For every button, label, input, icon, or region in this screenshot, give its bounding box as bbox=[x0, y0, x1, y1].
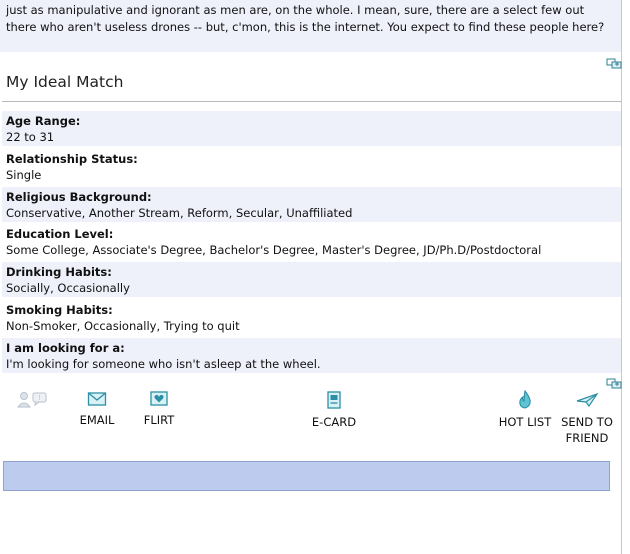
divider bbox=[2, 101, 621, 102]
match-criteria-list: Age Range: 22 to 31 Relationship Status:… bbox=[2, 111, 621, 376]
email-label: EMAIL bbox=[79, 413, 115, 427]
hot-list-button[interactable]: HOT LIST bbox=[494, 390, 556, 430]
send-to-friend-button[interactable]: SEND TO FRIEND bbox=[556, 390, 618, 446]
field-label: Education Level: bbox=[6, 227, 114, 242]
email-button[interactable]: EMAIL bbox=[73, 390, 121, 428]
field-label: Relationship Status: bbox=[6, 151, 138, 166]
footer-bar bbox=[3, 461, 610, 491]
essay-text-block: just as manipulative and ignorant as men… bbox=[0, 0, 621, 52]
heart-card-icon bbox=[150, 391, 168, 406]
ecard-button[interactable]: E-CARD bbox=[305, 390, 363, 430]
hot-list-label: HOT LIST bbox=[498, 415, 552, 429]
field-value: Some College, Associate's Degree, Bachel… bbox=[6, 243, 542, 258]
field-relationship-status: Relationship Status: Single bbox=[2, 149, 621, 184]
send-to-friend-label-line2: FRIEND bbox=[565, 431, 609, 445]
field-value: Non-Smoker, Occasionally, Trying to quit bbox=[6, 318, 240, 333]
field-value: Single bbox=[6, 167, 42, 182]
essay-text: just as manipulative and ignorant as men… bbox=[6, 3, 605, 34]
field-drinking-habits: Drinking Habits: Socially, Occasionally bbox=[2, 262, 621, 298]
profile-panel: just as manipulative and ignorant as men… bbox=[0, 0, 622, 554]
field-label: Religious Background: bbox=[6, 189, 152, 204]
field-education-level: Education Level: Some College, Associate… bbox=[2, 224, 621, 259]
flirt-button[interactable]: FLIRT bbox=[139, 390, 179, 428]
field-value: 22 to 31 bbox=[6, 130, 55, 144]
ecard-label: E-CARD bbox=[311, 415, 357, 429]
action-bar: ! EMAIL FLIRT E-CARD HOT LIST SEND TO FR… bbox=[0, 388, 621, 458]
field-smoking-habits: Smoking Habits: Non-Smoker, Occasionally… bbox=[2, 300, 621, 335]
paper-plane-icon bbox=[576, 393, 598, 408]
field-looking-for: I am looking for a: I'm looking for some… bbox=[2, 337, 621, 373]
field-label: Smoking Habits: bbox=[6, 302, 113, 317]
field-religious-background: Religious Background: Conservative, Anot… bbox=[2, 186, 621, 222]
im-status-button: ! bbox=[16, 390, 48, 414]
svg-text:!: ! bbox=[38, 394, 41, 402]
field-value: Socially, Occasionally bbox=[6, 281, 130, 296]
field-label: Drinking Habits: bbox=[6, 265, 112, 280]
field-value: Conservative, Another Stream, Reform, Se… bbox=[6, 205, 353, 220]
envelope-icon bbox=[87, 392, 107, 406]
field-label: Age Range: bbox=[6, 114, 81, 128]
im-offline-icon: ! bbox=[16, 392, 47, 408]
field-age-range: Age Range: 22 to 31 bbox=[2, 111, 621, 146]
flame-icon bbox=[519, 390, 531, 409]
send-to-friend-label-line1: SEND TO bbox=[561, 415, 613, 429]
section-title: My Ideal Match bbox=[6, 73, 124, 91]
print-icon[interactable] bbox=[606, 57, 622, 69]
flirt-label: FLIRT bbox=[143, 413, 175, 427]
field-label: I am looking for a: bbox=[6, 340, 125, 355]
ecard-icon bbox=[327, 391, 341, 409]
field-value: I'm looking for someone who isn't asleep… bbox=[6, 356, 321, 371]
